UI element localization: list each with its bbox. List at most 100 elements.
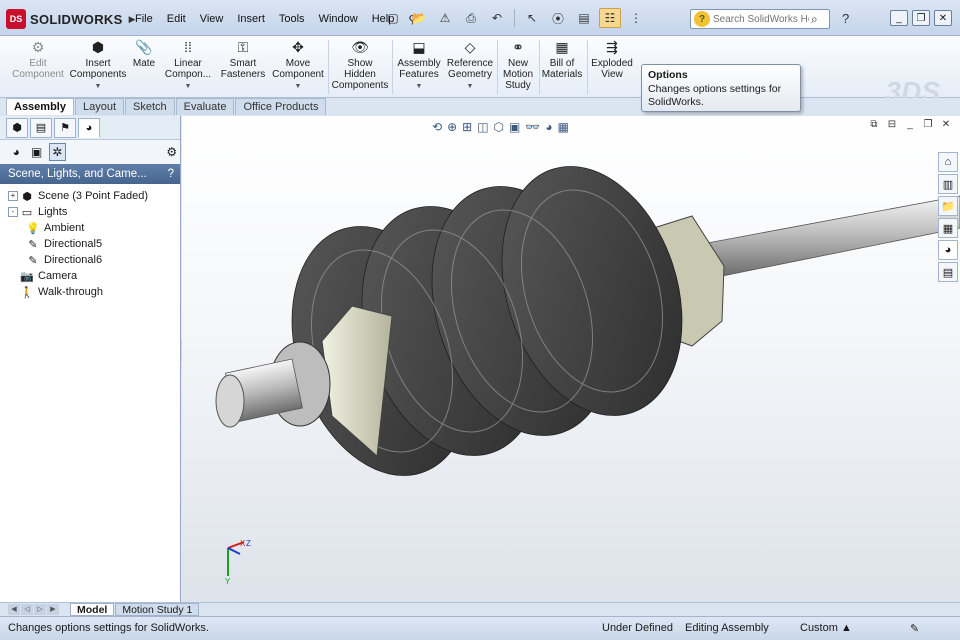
edit-component-button[interactable]: ⚙ Edit Component (10, 38, 66, 81)
show-hidden-components-button[interactable]: 👁 Show Hidden Components (332, 38, 389, 92)
design-library-icon[interactable]: ▥ (938, 174, 958, 194)
tab-office-products[interactable]: Office Products (235, 98, 327, 115)
model-motion-tabs: Model Motion Study 1 (70, 603, 200, 616)
insert-components-button[interactable]: ⬢ Insert Components ▼ (69, 38, 127, 92)
menu-edit[interactable]: Edit (160, 12, 193, 27)
bill-of-materials-button[interactable]: ▦ Bill of Materials (541, 38, 583, 81)
menu-bar: File Edit View Insert Tools Window Help … (128, 12, 423, 27)
menu-file[interactable]: File (128, 12, 160, 27)
chevron-down-icon[interactable]: ▼ (416, 81, 423, 92)
camera-icon: 📷 (20, 270, 34, 283)
tab-evaluate[interactable]: Evaluate (175, 98, 235, 115)
restore-icon[interactable]: ❐ (912, 10, 930, 26)
reference-geometry-label: Reference Geometry (446, 58, 494, 80)
undo-icon[interactable]: ↶ (486, 8, 508, 28)
command-separator (328, 40, 329, 94)
tab-assembly[interactable]: Assembly (6, 98, 74, 115)
linear-component-label: Linear Compon... (164, 58, 212, 80)
chevron-down-icon[interactable]: ▼ (467, 81, 474, 92)
decals-icon[interactable]: ▣ (28, 143, 44, 161)
menu-window[interactable]: Window (312, 12, 365, 27)
expand-icon[interactable]: + (8, 191, 18, 201)
minimize-icon[interactable]: _ (890, 10, 908, 26)
mate-label: Mate (132, 58, 156, 69)
smart-fasteners-button[interactable]: ⚿ Smart Fasteners (218, 38, 268, 81)
select-icon[interactable]: ↖ (521, 8, 543, 28)
insert-components-label: Insert Components (69, 58, 127, 80)
motion-study-icon: ⚭ (512, 38, 524, 55)
tab-sketch[interactable]: Sketch (125, 98, 175, 115)
search-input[interactable] (713, 13, 809, 25)
next-tab-arrow-icon[interactable]: ▷ (34, 604, 46, 615)
title-bar: DS SOLIDWORKS ▶ File Edit View Insert To… (0, 0, 960, 36)
status-mode: Editing Assembly (685, 622, 769, 634)
scene-lights-cameras-icon[interactable]: ✲ (48, 143, 66, 161)
chevron-down-icon[interactable]: ▼ (95, 81, 102, 92)
show-hidden-icon: 👁 (351, 38, 369, 55)
turbine-rotor-model[interactable] (182, 116, 960, 602)
help-icon[interactable]: ? (842, 11, 849, 26)
units-selector[interactable]: Custom ▲ (800, 622, 852, 634)
tree-item-camera[interactable]: 📷 Camera (8, 268, 180, 284)
new-icon[interactable]: ▢ (382, 8, 404, 28)
tree-item-scene[interactable]: + ⬢ Scene (3 Point Faded) (8, 188, 180, 204)
prev-tab-arrow-icon[interactable]: ◁ (21, 604, 33, 615)
mate-button[interactable]: 📎 Mate (130, 38, 158, 70)
linear-component-pattern-button[interactable]: ⁞⁞ Linear Compon... ▼ (162, 38, 214, 92)
last-tab-arrow-icon[interactable]: ▶ (47, 604, 59, 615)
toolbar-overflow-icon[interactable]: ⋮ (625, 8, 647, 28)
solidworks-resources-icon[interactable]: ⌂ (938, 152, 958, 172)
traffic-light-icon[interactable]: ⦿ (547, 8, 569, 28)
menu-tools[interactable]: Tools (272, 12, 312, 27)
move-component-button[interactable]: ✥ Move Component ▼ (272, 38, 324, 92)
tab-motion-study-1[interactable]: Motion Study 1 (115, 603, 200, 616)
reference-geometry-button[interactable]: ◇ Reference Geometry ▼ (446, 38, 494, 92)
search-icon[interactable]: ⌕ (811, 12, 818, 27)
options-icon[interactable]: ☷ (599, 8, 621, 28)
tab-layout[interactable]: Layout (74, 98, 125, 115)
assembly-features-button[interactable]: ⬓ Assembly Features ▼ (396, 38, 442, 92)
featuremanager-tab-icon[interactable]: ⬢ (6, 117, 28, 138)
close-icon[interactable]: ✕ (934, 10, 952, 26)
file-properties-icon[interactable]: ▤ (573, 8, 595, 28)
app-logo[interactable]: DS SOLIDWORKS ▶ (6, 8, 135, 30)
quick-tips-icon[interactable]: ✎ (910, 622, 919, 635)
collapse-icon[interactable]: - (8, 207, 18, 217)
tree-item-lights[interactable]: - ▭ Lights (8, 204, 180, 220)
display-manager-tab-icon[interactable]: ◕ (78, 117, 100, 138)
tab-scroll-arrows: ◀ ◁ ▷ ▶ (8, 604, 59, 615)
new-motion-study-button[interactable]: ⚭ New Motion Study (500, 38, 536, 92)
chevron-down-icon[interactable]: ▼ (185, 81, 192, 92)
file-explorer-icon[interactable]: 📁 (938, 196, 958, 216)
open-icon[interactable]: 📂 (408, 8, 430, 28)
configurationmanager-tab-icon[interactable]: ⚑ (54, 117, 76, 138)
appearances-icon[interactable]: ◕ (8, 143, 24, 161)
exploded-view-button[interactable]: ⇶ Exploded View (590, 38, 634, 81)
exploded-view-icon: ⇶ (606, 38, 618, 55)
status-definition: Under Defined (602, 622, 673, 634)
tab-model[interactable]: Model (70, 603, 115, 616)
panel-help-icon[interactable]: ? (168, 168, 174, 180)
rebuild-icon[interactable]: ⚠ (434, 8, 456, 28)
walk-through-icon: 🚶 (20, 286, 34, 299)
propertymanager-tab-icon[interactable]: ▤ (30, 117, 52, 138)
chevron-down-icon[interactable]: ▼ (295, 81, 302, 92)
tree-item-ambient[interactable]: 💡 Ambient (8, 220, 180, 236)
tree-item-label: Directional6 (44, 254, 103, 266)
directional-light-icon: ✎ (28, 238, 38, 251)
display-settings-icon[interactable]: ⚙ (164, 143, 180, 161)
print-icon[interactable]: ⎙ (460, 8, 482, 28)
menu-view[interactable]: View (193, 12, 231, 27)
view-palette-icon[interactable]: ▦ (938, 218, 958, 238)
tree-item-label: Ambient (44, 222, 85, 234)
tree-item-directional6[interactable]: ✎ Directional6 (8, 252, 180, 268)
tree-item-walk-through[interactable]: 🚶 Walk-through (8, 284, 180, 300)
menu-insert[interactable]: Insert (230, 12, 272, 27)
custom-properties-icon[interactable]: ▤ (938, 262, 958, 282)
first-tab-arrow-icon[interactable]: ◀ (8, 604, 20, 615)
appearances-scenes-icon[interactable]: ◕ (938, 240, 958, 260)
graphics-area[interactable]: ⟲ ⊕ ⊞ ◫ ⬡ ▣ 👓 ◕ ▦ ⧉ ⊟ _ ❐ ✕ ⌂ ▥ 📁 ▦ ◕ ▤ … (182, 116, 960, 602)
exploded-view-label: Exploded View (591, 58, 633, 80)
tree-item-directional5[interactable]: ✎ Directional5 (8, 236, 180, 252)
command-manager-tabs: Assembly Layout Sketch Evaluate Office P… (6, 98, 327, 115)
